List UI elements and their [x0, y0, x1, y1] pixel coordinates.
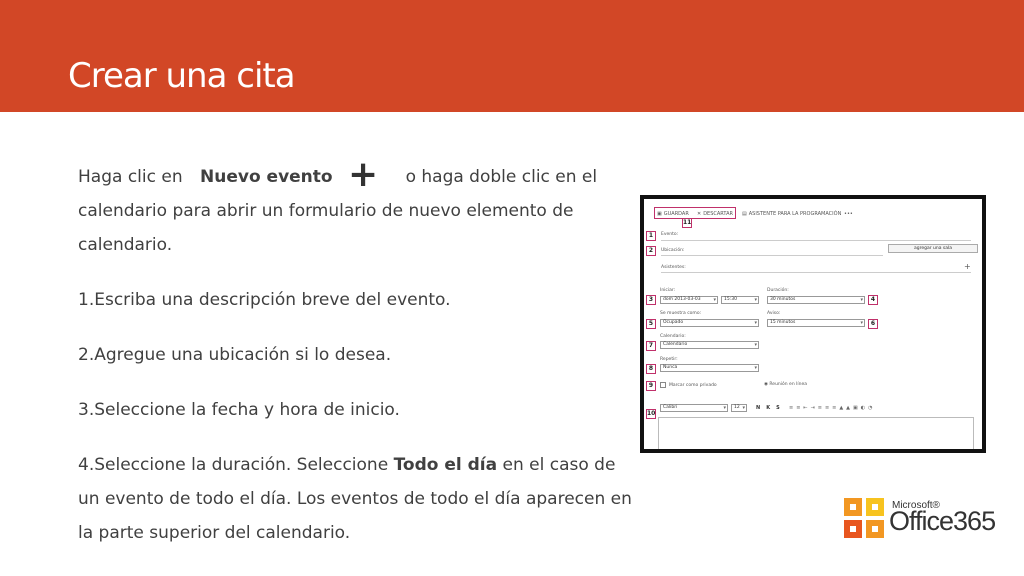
callout-8: 8: [646, 364, 656, 374]
start-date-dropdown[interactable]: dom 2013-03-03: [660, 296, 718, 304]
attendees-label: Asistentes:: [661, 265, 686, 270]
callout-4: 4: [868, 295, 878, 305]
location-input[interactable]: [661, 255, 883, 256]
online-meeting-toggle[interactable]: ◉ Reunión en línea: [764, 382, 807, 387]
page-title: Crear una cita: [68, 56, 296, 96]
location-label: Ubicación:: [661, 248, 685, 253]
office-365-logo: Microsoft® Office365: [842, 494, 1022, 546]
save-button[interactable]: ▣ GUARDAR: [657, 211, 689, 217]
save-label: GUARDAR: [663, 211, 689, 217]
private-label: Marcar como privado: [669, 383, 717, 388]
reminder-dropdown[interactable]: 15 minutos: [767, 319, 865, 327]
instructions: Haga clic en Nuevo evento + o haga doble…: [78, 154, 638, 571]
step-1: 1.Escriba una descripción breve del even…: [78, 290, 451, 310]
italic-button[interactable]: K: [766, 405, 770, 411]
attendees-input[interactable]: [661, 272, 971, 273]
online-meeting-label: Reunión en línea: [769, 382, 807, 387]
save-icon: ▣: [657, 211, 662, 217]
calendar-dropdown[interactable]: Calendario: [660, 341, 759, 349]
event-form-screenshot: ▣ GUARDAR ✕ DESCARTAR ▤ ASISTENTE PARA L…: [640, 195, 986, 453]
intro-text-a: Haga clic en: [78, 167, 183, 187]
close-icon: ✕: [697, 211, 702, 217]
font-dropdown[interactable]: Calibri: [660, 404, 728, 412]
plus-icon: +: [348, 154, 379, 195]
show-as-dropdown[interactable]: Ocupado: [660, 319, 759, 327]
scheduling-assistant-button[interactable]: ▤ ASISTENTE PARA LA PROGRAMACIÓN: [742, 211, 841, 217]
callout-6: 6: [868, 319, 878, 329]
callout-10: 10: [646, 409, 656, 419]
reminder-label: Aviso:: [767, 311, 781, 316]
new-event-label: Nuevo evento: [200, 167, 333, 187]
underline-button[interactable]: S: [776, 405, 780, 411]
bold-button[interactable]: N: [756, 405, 760, 411]
calendar-icon: ▤: [742, 211, 747, 217]
callout-9: 9: [646, 381, 656, 391]
show-as-label: Se muestra como:: [660, 311, 702, 316]
intro-paragraph: Haga clic en Nuevo evento + o haga doble…: [78, 154, 638, 262]
repeat-dropdown[interactable]: Nunca: [660, 364, 759, 372]
calendar-label: Calendario:: [660, 334, 686, 339]
callout-3: 3: [646, 295, 656, 305]
more-button[interactable]: •••: [844, 211, 853, 217]
office-label: Office365: [889, 506, 996, 537]
step-2: 2.Agregue una ubicación si lo desea.: [78, 345, 392, 365]
event-input[interactable]: [661, 240, 971, 241]
step-4-text-a: 4.Seleccione la duración. Seleccione: [78, 455, 389, 475]
step-4: 4.Seleccione la duración. Seleccione Tod…: [78, 448, 638, 550]
add-room-button[interactable]: agregar una sala: [888, 244, 978, 253]
format-icons: ≡≡⇤⇥≡≡≡▲▲▣◐◔: [789, 405, 876, 411]
office-version: 365: [953, 506, 996, 536]
callout-1: 1: [646, 231, 656, 241]
discard-label: DESCARTAR: [703, 211, 733, 217]
callout-5: 5: [646, 319, 656, 329]
callout-2: 2: [646, 246, 656, 256]
message-body-input[interactable]: [658, 417, 974, 449]
discard-button[interactable]: ✕ DESCARTAR: [697, 211, 733, 217]
duration-label: Duración:: [767, 288, 789, 293]
assistant-label: ASISTENTE PARA LA PROGRAMACIÓN: [748, 211, 842, 217]
add-attendee-button[interactable]: +: [964, 262, 971, 271]
all-day-label: Todo el día: [393, 455, 498, 475]
step-3: 3.Seleccione la fecha y hora de inicio.: [78, 400, 400, 420]
event-label: Evento:: [661, 232, 679, 237]
office-product: Office: [889, 506, 954, 536]
format-buttons: N K S: [756, 405, 780, 411]
repeat-label: Repetir:: [660, 357, 678, 362]
duration-dropdown[interactable]: 30 minutos: [767, 296, 865, 304]
callout-7: 7: [646, 341, 656, 351]
callout-11: 11: [682, 218, 692, 228]
font-size-dropdown[interactable]: 12: [731, 404, 747, 412]
private-checkbox[interactable]: [660, 382, 666, 388]
office-logo-icon: [844, 498, 884, 538]
start-time-dropdown[interactable]: 15:30: [721, 296, 759, 304]
start-label: Iniciar:: [660, 288, 676, 293]
skype-icon: ◉: [764, 382, 768, 387]
